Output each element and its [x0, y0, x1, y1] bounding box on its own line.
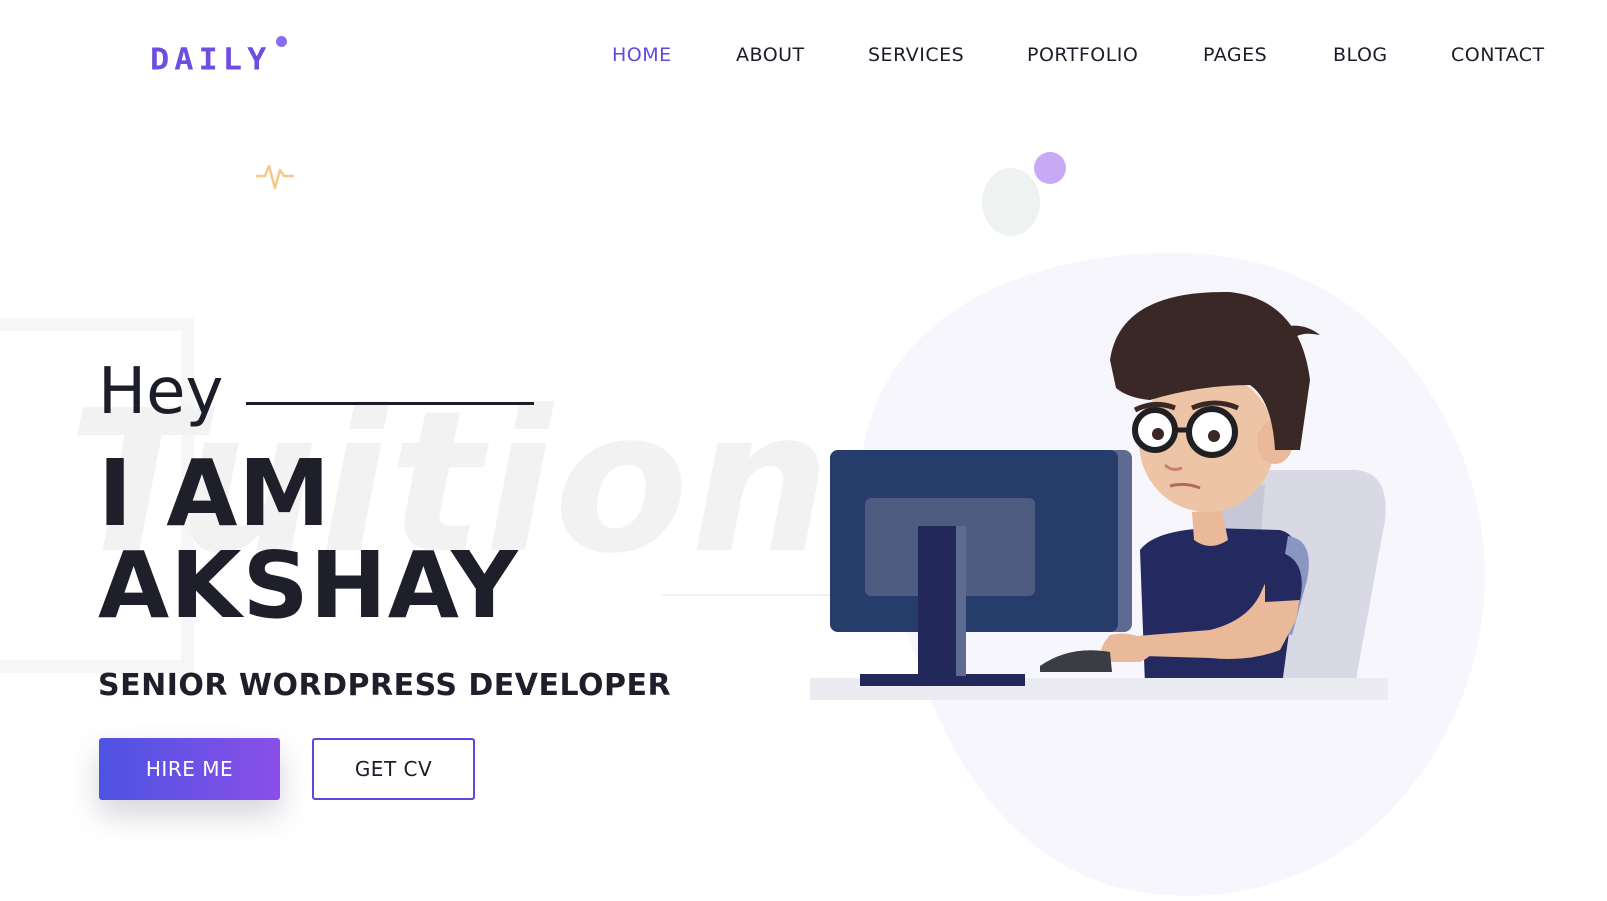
hero-name-line1: I AM	[98, 440, 332, 547]
site-logo[interactable]: DAILY	[150, 41, 271, 77]
pulse-icon	[256, 164, 294, 190]
nav-home[interactable]: HOME	[612, 44, 672, 66]
decor-circle-purple	[1034, 152, 1066, 184]
nav-about[interactable]: ABOUT	[736, 44, 805, 66]
get-cv-button[interactable]: GET CV	[312, 738, 475, 800]
developer-at-computer-illustration	[810, 291, 1388, 700]
nav-portfolio[interactable]: PORTFOLIO	[1027, 44, 1138, 66]
background-divider	[662, 594, 832, 596]
nav-pages[interactable]: PAGES	[1203, 44, 1267, 66]
hero-role: SENIOR WORDPRESS DEVELOPER	[98, 668, 672, 703]
hire-me-button[interactable]: HIRE ME	[99, 738, 280, 800]
nav-services[interactable]: SERVICES	[868, 44, 964, 66]
greeting-underline	[246, 402, 534, 405]
decor-circle-green	[982, 168, 1040, 236]
hero-name-line2: AKSHAY	[98, 532, 519, 639]
nav-contact[interactable]: CONTACT	[1451, 44, 1545, 66]
hero-greeting: Hey	[98, 355, 224, 429]
nav-blog[interactable]: BLOG	[1333, 44, 1388, 66]
logo-dot	[276, 36, 287, 47]
page: DAILY HOME ABOUT SERVICES PORTFOLIO PAGE…	[0, 0, 1607, 901]
